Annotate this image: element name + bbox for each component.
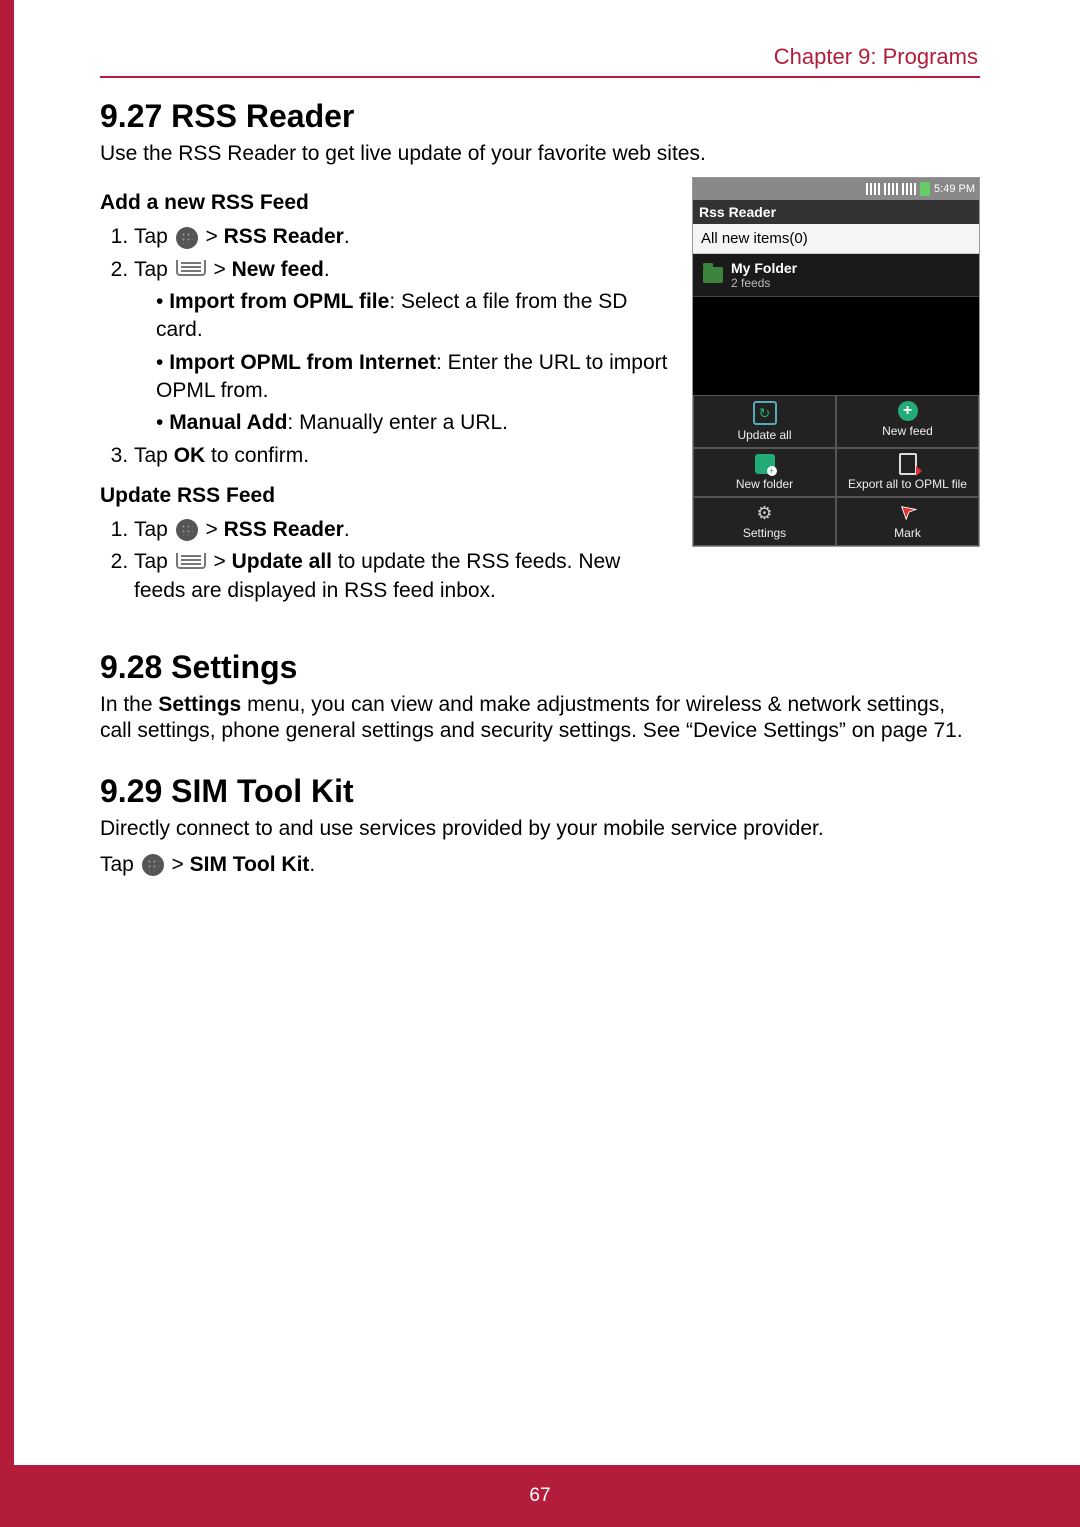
text-bold: Import OPML from Internet: [169, 351, 436, 374]
export-icon: [898, 454, 918, 474]
folder-plus-icon: [755, 454, 775, 474]
text-bold: Import from OPML file: [169, 290, 389, 313]
menu-mark[interactable]: Mark: [836, 497, 979, 546]
tap-sim-toolkit: Tap > SIM Tool Kit.: [100, 852, 980, 878]
text-bold: RSS Reader: [224, 225, 344, 248]
text: .: [324, 258, 330, 281]
status-time: 5:49 PM: [934, 183, 975, 195]
settings-icon: [755, 503, 775, 523]
text-bold: New feed: [232, 258, 324, 281]
text-bold: SIM Tool Kit: [190, 853, 310, 876]
text: >: [200, 518, 224, 541]
add-step-2: Tap > New feed. Import from OPML file: S…: [134, 256, 674, 438]
text: >: [208, 258, 232, 281]
text: .: [309, 853, 315, 876]
menu-label: Export all to OPML file: [848, 477, 967, 491]
plus-icon: +: [898, 401, 918, 421]
text: .: [344, 518, 350, 541]
subhead-add-feed: Add a new RSS Feed: [100, 191, 674, 215]
text-bold: Update all: [232, 550, 332, 573]
text-bold: Settings: [158, 693, 241, 716]
add-step-3: Tap OK to confirm.: [134, 442, 674, 470]
menu-new-folder[interactable]: New folder: [693, 448, 836, 497]
apps-icon: [176, 519, 198, 541]
text-bold: RSS Reader: [224, 518, 344, 541]
sub-manual-add: Manual Add: Manually enter a URL.: [156, 409, 674, 437]
menu-label: Update all: [737, 428, 791, 442]
add-feed-steps: Tap > RSS Reader. Tap > New feed. Import…: [100, 223, 674, 470]
text: Tap: [134, 258, 174, 281]
menu-new-feed[interactable]: + New feed: [836, 395, 979, 448]
signal-icon: [902, 183, 916, 195]
text: Tap: [100, 853, 140, 876]
page-number: 67: [529, 1485, 550, 1507]
rss-instructions: Add a new RSS Feed Tap > RSS Reader. Tap…: [100, 177, 674, 609]
heading-9-29: 9.29 SIM Tool Kit: [100, 773, 980, 810]
menu-settings[interactable]: Settings: [693, 497, 836, 546]
phone-screenshot: 5:49 PM Rss Reader All new items(0) My F…: [692, 177, 980, 547]
text: to confirm.: [205, 444, 309, 467]
sub-opml-internet: Import OPML from Internet: Enter the URL…: [156, 349, 674, 406]
phone-empty-area: [693, 297, 979, 395]
page: Chapter 9: Programs 9.27 RSS Reader Use …: [0, 0, 1080, 1527]
apps-icon: [142, 854, 164, 876]
phone-status-bar: 5:49 PM: [693, 178, 979, 200]
subhead-update-feed: Update RSS Feed: [100, 484, 674, 508]
text: .: [344, 225, 350, 248]
menu-label: New feed: [882, 424, 933, 438]
signal-icon: [866, 183, 880, 195]
folder-icon: [703, 267, 723, 283]
mark-icon: [898, 503, 918, 523]
heading-9-28: 9.28 Settings: [100, 649, 980, 686]
page-footer: 67: [0, 1465, 1080, 1527]
text-bold: OK: [174, 444, 206, 467]
content-area: Chapter 9: Programs 9.27 RSS Reader Use …: [100, 44, 980, 888]
refresh-icon: [753, 401, 777, 425]
add-step-1: Tap > RSS Reader.: [134, 223, 674, 251]
update-feed-steps: Tap > RSS Reader. Tap > Update all to up…: [100, 516, 674, 605]
folder-sub: 2 feeds: [731, 276, 797, 290]
rss-two-column: Add a new RSS Feed Tap > RSS Reader. Tap…: [100, 177, 980, 609]
chapter-header: Chapter 9: Programs: [100, 44, 980, 78]
heading-9-27: 9.27 RSS Reader: [100, 98, 980, 135]
text: : Manually enter a URL.: [287, 411, 508, 434]
menu-label: Settings: [743, 526, 786, 540]
folder-name: My Folder: [731, 260, 797, 276]
text: Tap: [134, 518, 174, 541]
text: >: [200, 225, 224, 248]
text: In the: [100, 693, 158, 716]
menu-label: New folder: [736, 477, 793, 491]
menu-label: Mark: [894, 526, 921, 540]
body-9-28: In the Settings menu, you can view and m…: [100, 692, 980, 745]
upd-step-2: Tap > Update all to update the RSS feeds…: [134, 548, 674, 605]
text: Tap: [134, 444, 174, 467]
phone-app-title: Rss Reader: [693, 200, 979, 224]
folder-info: My Folder 2 feeds: [731, 260, 797, 290]
apps-icon: [176, 227, 198, 249]
signal-icon: [884, 183, 898, 195]
menu-export[interactable]: Export all to OPML file: [836, 448, 979, 497]
menu-update-all[interactable]: Update all: [693, 395, 836, 448]
sub-opml-file: Import from OPML file: Select a file fro…: [156, 288, 674, 345]
text: Tap: [134, 225, 174, 248]
text: Tap: [134, 550, 174, 573]
text-bold: Manual Add: [169, 411, 287, 434]
text: >: [166, 853, 190, 876]
battery-icon: [920, 182, 930, 196]
text: >: [208, 550, 232, 573]
menu-icon: [176, 260, 206, 276]
intro-9-27: Use the RSS Reader to get live update of…: [100, 141, 980, 167]
folder-row[interactable]: My Folder 2 feeds: [693, 254, 979, 297]
upd-step-1: Tap > RSS Reader.: [134, 516, 674, 544]
phone-menu-grid: Update all + New feed New folder Export …: [693, 395, 979, 546]
all-new-items-row[interactable]: All new items(0): [693, 224, 979, 254]
menu-icon: [176, 553, 206, 569]
add-substeps: Import from OPML file: Select a file fro…: [156, 288, 674, 438]
intro-9-29: Directly connect to and use services pro…: [100, 816, 980, 842]
